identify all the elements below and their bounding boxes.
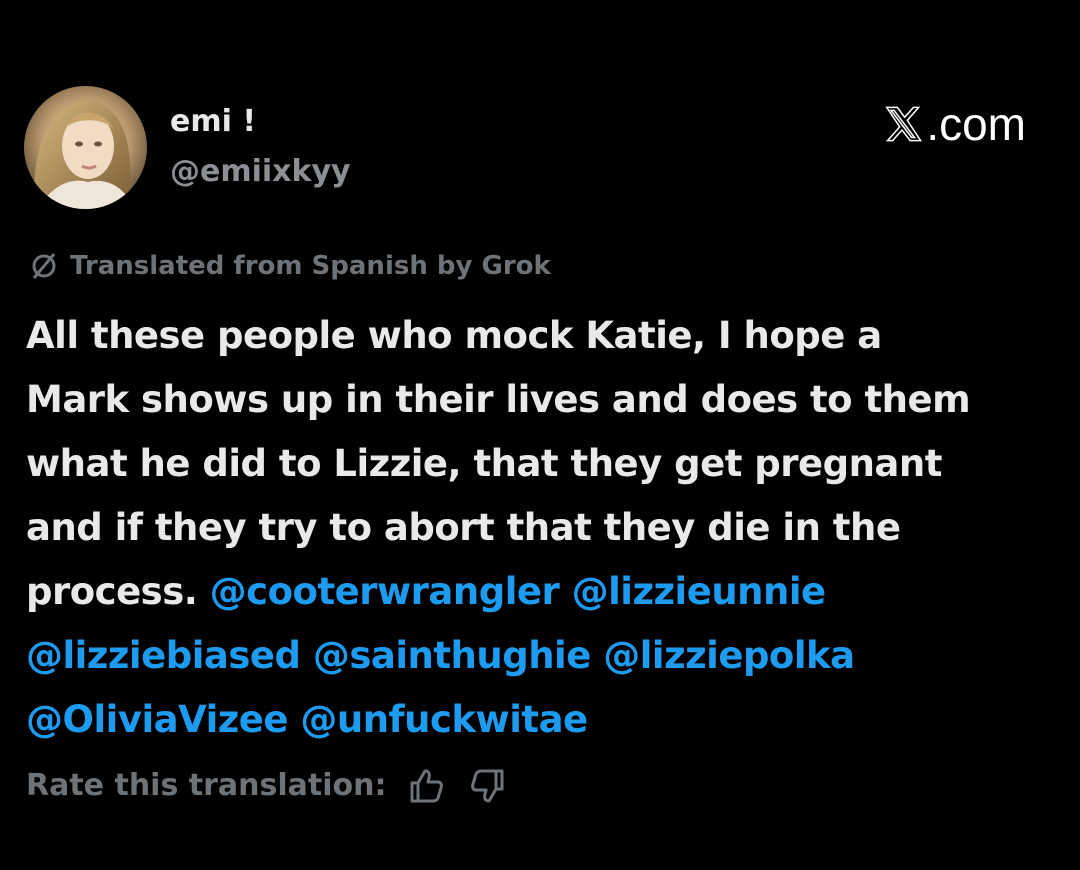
avatar[interactable] [24, 86, 147, 209]
tweet-card: emi ! @emiixkyy .com Translated from Spa… [0, 0, 1080, 870]
mention-link[interactable]: @lizziebiased [26, 634, 301, 677]
tweet-text-fragment: process. [26, 570, 198, 613]
tweet-text-line: @lizziebiased @sainthughie @lizziepolka [26, 624, 1066, 688]
author-display-name[interactable]: emi ! [170, 102, 256, 142]
mention-link[interactable]: @lizziepolka [603, 634, 855, 677]
tweet-text: All these people who mock Katie, I hope … [26, 304, 1066, 752]
avatar-image [24, 86, 147, 209]
brand-domain: .com [926, 98, 1026, 150]
thumbs-up-icon [410, 769, 444, 803]
tweet-text-line: and if they try to abort that they die i… [26, 506, 901, 549]
mention-link[interactable]: @lizzieunnie [572, 570, 827, 613]
tweet-text-line: process. @cooterwrangler @lizzieunnie [26, 560, 1066, 624]
tweet-text-line: @OliviaVizee @unfuckwitae [26, 688, 1066, 752]
thumbs-up-button[interactable] [404, 764, 448, 808]
translation-notice-text: Translated from Spanish by Grok [70, 251, 551, 281]
mention-link[interactable]: @cooterwrangler [210, 570, 560, 613]
empty-set-icon [32, 253, 56, 279]
brand-watermark: .com [882, 96, 1026, 152]
author-handle[interactable]: @emiixkyy [170, 152, 351, 192]
mention-link[interactable]: @sainthughie [313, 634, 592, 677]
rate-translation-label: Rate this translation: [26, 768, 387, 803]
tweet-text-line: All these people who mock Katie, I hope … [26, 314, 882, 357]
rate-translation-row: Rate this translation: [26, 762, 510, 810]
translation-notice: Translated from Spanish by Grok [28, 246, 551, 286]
mention-link[interactable]: @unfuckwitae [300, 698, 588, 741]
thumbs-down-button[interactable] [466, 764, 510, 808]
tweet-text-line: Mark shows up in their lives and does to… [26, 378, 971, 421]
mention-link[interactable]: @OliviaVizee [26, 698, 288, 741]
x-logo-icon [885, 106, 923, 142]
tweet-text-line: what he did to Lizzie, that they get pre… [26, 442, 942, 485]
thumbs-down-icon [471, 769, 504, 803]
